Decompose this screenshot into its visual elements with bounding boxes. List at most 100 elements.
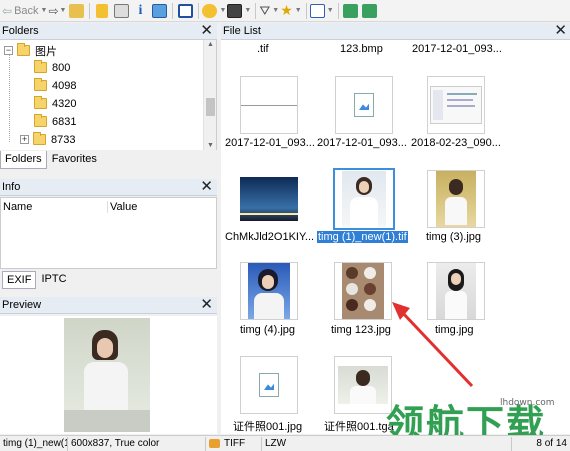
file-caption[interactable]: timg (3).jpg bbox=[426, 231, 481, 243]
folders-header: Folders ✕ bbox=[0, 22, 217, 40]
status-compression: LZW bbox=[262, 436, 512, 451]
folder-icon bbox=[34, 60, 47, 73]
file-caption[interactable]: 证件照001.tga bbox=[324, 418, 394, 434]
collage-circle bbox=[364, 267, 376, 279]
folders-tabs: Folders Favorites bbox=[0, 151, 102, 169]
tab-favorites[interactable]: Favorites bbox=[46, 151, 102, 169]
collage-circle bbox=[346, 267, 358, 279]
dropdown-arrow-icon: ▼ bbox=[326, 7, 334, 14]
prev-image-button[interactable] bbox=[342, 1, 360, 21]
next-image-button[interactable] bbox=[361, 1, 379, 21]
status-position: 8 of 14 bbox=[536, 438, 567, 449]
tree-line bbox=[9, 54, 10, 142]
dropdown-arrow-icon: ▼ bbox=[59, 7, 67, 14]
file-caption[interactable]: .tif bbox=[257, 43, 269, 55]
file-thumbnail[interactable] bbox=[240, 262, 298, 320]
arrow-shaft bbox=[398, 308, 474, 388]
dropdown-arrow-icon: ▼ bbox=[272, 7, 280, 14]
file-caption[interactable]: 2017-12-01_093... bbox=[225, 137, 315, 149]
file-caption-selected[interactable]: timg (1)_new(1).tif bbox=[317, 231, 408, 243]
back-arrow-icon: ⇦ bbox=[2, 3, 13, 18]
collage-circle bbox=[364, 299, 376, 311]
monitor-icon bbox=[227, 3, 243, 18]
separator bbox=[89, 2, 91, 19]
file-thumbnail[interactable] bbox=[335, 76, 393, 134]
tree-item[interactable]: 800 bbox=[34, 59, 70, 76]
folders-title: Folders bbox=[2, 25, 39, 37]
file-caption[interactable]: timg (4).jpg bbox=[240, 324, 295, 336]
tree-item-label: 4320 bbox=[52, 97, 77, 110]
screenshot-line bbox=[447, 99, 473, 101]
image-button[interactable] bbox=[150, 1, 168, 21]
folder-icon bbox=[34, 96, 47, 109]
folder-up-icon bbox=[68, 3, 84, 18]
file-thumbnail[interactable] bbox=[240, 76, 298, 134]
list-view-button[interactable] bbox=[112, 1, 130, 21]
watermark-url: lhdown.com bbox=[500, 398, 555, 408]
scroll-down-icon[interactable]: ▼ bbox=[207, 142, 214, 149]
file-thumbnail[interactable] bbox=[427, 170, 485, 228]
star-icon: ★ bbox=[280, 2, 293, 18]
file-thumbnail[interactable] bbox=[427, 76, 485, 134]
window-button[interactable] bbox=[176, 1, 194, 21]
separator bbox=[337, 2, 339, 19]
portrait-hair bbox=[449, 179, 463, 195]
tree-item-root[interactable]: − 图片 bbox=[4, 42, 57, 59]
close-icon[interactable]: ✕ bbox=[200, 296, 213, 313]
up-folder-button[interactable] bbox=[67, 1, 85, 21]
collage-circle bbox=[346, 283, 358, 295]
preview-title: Preview bbox=[2, 299, 42, 311]
close-icon[interactable]: ✕ bbox=[200, 178, 213, 195]
status-bar: timg (1)_new(1 600x837, True color TIFF … bbox=[0, 435, 570, 451]
separator bbox=[305, 2, 307, 19]
tab-iptc[interactable]: IPTC bbox=[36, 271, 72, 289]
tree-item[interactable]: 6831 bbox=[34, 113, 76, 130]
scroll-thumb[interactable] bbox=[206, 98, 215, 116]
file-caption[interactable]: ChMkJld2O1KIY... bbox=[225, 231, 314, 243]
file-thumbnail[interactable] bbox=[240, 356, 298, 414]
portrait-dress bbox=[254, 293, 284, 319]
filelist-title: File List bbox=[223, 25, 261, 37]
favorite-button[interactable]: ★ ▼ bbox=[280, 1, 302, 21]
tree-item-label: 4098 bbox=[52, 79, 77, 92]
portrait-face bbox=[359, 181, 369, 193]
portrait-dress bbox=[350, 386, 376, 404]
file-caption[interactable]: 2017-12-01_093... bbox=[317, 137, 407, 149]
collapse-icon[interactable]: − bbox=[4, 46, 13, 55]
shapes-icon bbox=[202, 3, 218, 18]
filter-button[interactable]: ⛛ ▼ bbox=[259, 1, 279, 21]
tab-exif[interactable]: EXIF bbox=[2, 271, 37, 289]
close-icon[interactable]: ✕ bbox=[200, 22, 213, 39]
info-tabs: EXIF IPTC bbox=[2, 271, 72, 289]
tab-folders[interactable]: Folders bbox=[0, 151, 47, 169]
view-mode-button[interactable]: ▼ bbox=[309, 1, 334, 21]
tree-item-label: 图片 bbox=[35, 45, 57, 58]
tree-item[interactable]: 4098 bbox=[34, 77, 76, 94]
shapes-button[interactable]: ▼ bbox=[202, 1, 226, 21]
folders-scrollbar[interactable]: ▲ ▼ bbox=[203, 40, 216, 150]
tree-item[interactable]: + 8733 bbox=[20, 131, 75, 148]
file-caption[interactable]: 123.bmp bbox=[340, 43, 383, 55]
file-thumbnail-selected[interactable] bbox=[333, 168, 395, 230]
file-caption[interactable]: 2018-02-23_090... bbox=[411, 137, 501, 149]
info-icon: i bbox=[138, 2, 143, 18]
file-caption[interactable]: 2017-12-01_093... bbox=[412, 43, 502, 55]
info-button[interactable]: i bbox=[131, 1, 149, 21]
column-header-name[interactable]: Name bbox=[1, 200, 108, 213]
file-thumbnail[interactable] bbox=[240, 170, 298, 228]
close-icon[interactable]: ✕ bbox=[554, 22, 567, 39]
column-header-value[interactable]: Value bbox=[108, 201, 137, 213]
portrait-face bbox=[262, 275, 274, 289]
preview-area bbox=[0, 316, 217, 434]
monitor-button[interactable]: ▼ bbox=[227, 1, 251, 21]
file-caption[interactable]: 证件照001.jpg bbox=[233, 418, 302, 434]
back-button[interactable]: ⇦ Back ▼ bbox=[2, 1, 47, 21]
screenshot-image bbox=[430, 86, 482, 124]
preview-face bbox=[97, 338, 113, 358]
separator bbox=[255, 2, 257, 19]
scroll-up-icon[interactable]: ▲ bbox=[207, 41, 214, 48]
forward-button[interactable]: ⇨ ▼ bbox=[48, 1, 66, 21]
tree-item[interactable]: 4320 bbox=[34, 95, 76, 112]
tree-view-button[interactable] bbox=[93, 1, 111, 21]
expand-icon[interactable]: + bbox=[20, 135, 29, 144]
